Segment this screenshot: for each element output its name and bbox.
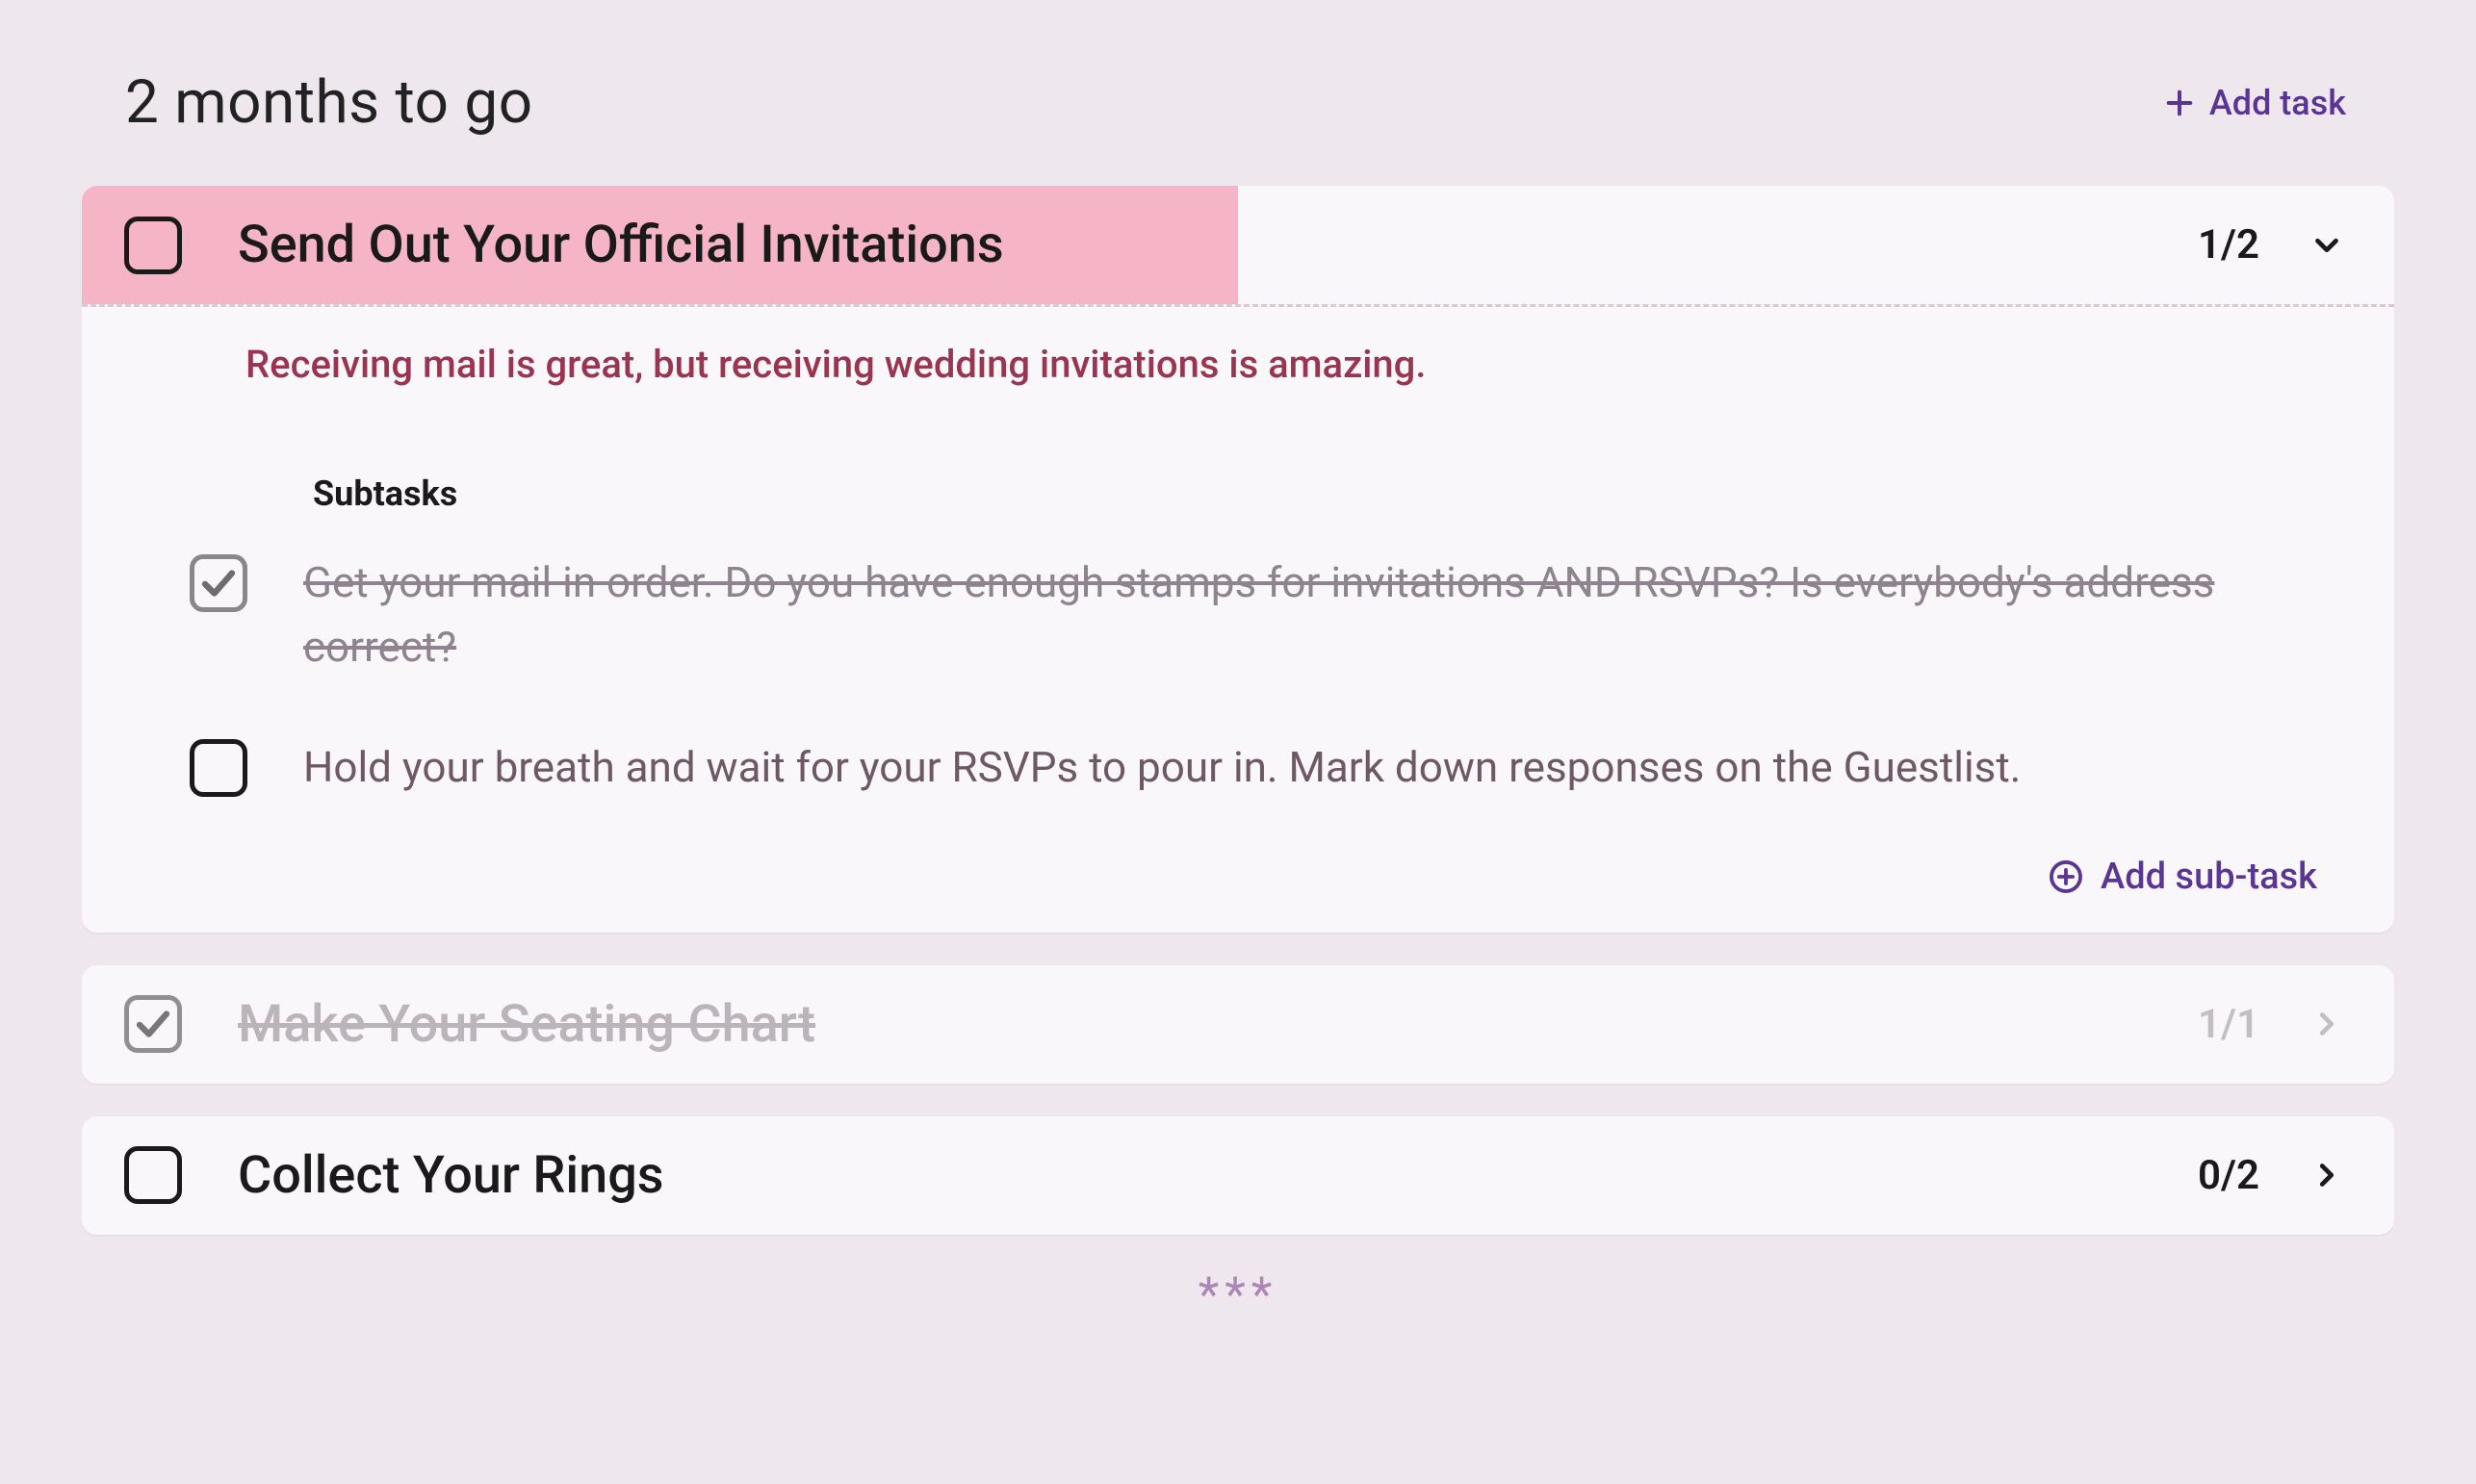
task-checkbox[interactable] [124,1146,182,1204]
subtask-row: Get your mail in order. Do you have enou… [190,550,2317,679]
task-description: Receiving mail is great, but receiving w… [245,342,2317,387]
subtask-text: Get your mail in order. Do you have enou… [303,550,2317,679]
plus-circle-icon [2047,857,2085,896]
task-header[interactable]: Make Your Seating Chart 1/1 [82,965,2394,1084]
subtask-text: Hold your breath and wait for your RSVPs… [303,735,2021,800]
task-counter: 1/1 [2198,1001,2259,1048]
task-title: Send Out Your Official Invitations [238,215,2198,275]
task-counter: 0/2 [2198,1152,2259,1199]
subtask-checkbox[interactable] [190,739,247,797]
chevron-down-icon[interactable] [2308,226,2346,265]
task-card: Collect Your Rings 0/2 [82,1116,2394,1235]
task-title: Make Your Seating Chart [238,994,2198,1055]
add-subtask-label: Add sub-task [2101,856,2317,898]
add-task-label: Add task [2209,83,2346,123]
task-header[interactable]: Collect Your Rings 0/2 [82,1116,2394,1235]
task-checkbox[interactable] [124,995,182,1053]
subtask-checkbox[interactable] [190,554,247,612]
task-counter: 1/2 [2198,221,2259,269]
divider-stars: *** [82,1267,2394,1323]
task-header[interactable]: Send Out Your Official Invitations 1/2 [82,186,2394,304]
task-checkbox[interactable] [124,217,182,274]
section-title: 2 months to go [125,67,533,138]
section-header: 2 months to go Add task [82,58,2394,186]
task-title: Collect Your Rings [238,1145,2198,1206]
add-task-button[interactable]: Add task [2163,83,2346,123]
task-body: Receiving mail is great, but receiving w… [82,307,2394,933]
plus-icon [2163,87,2196,119]
subtasks-heading: Subtasks [313,473,2317,514]
subtask-row: Hold your breath and wait for your RSVPs… [190,735,2317,800]
chevron-right-icon[interactable] [2308,1005,2346,1043]
task-card: Make Your Seating Chart 1/1 [82,965,2394,1084]
task-card: Send Out Your Official Invitations 1/2 R… [82,186,2394,933]
chevron-right-icon[interactable] [2308,1156,2346,1194]
add-subtask-button[interactable]: Add sub-task [245,856,2317,898]
